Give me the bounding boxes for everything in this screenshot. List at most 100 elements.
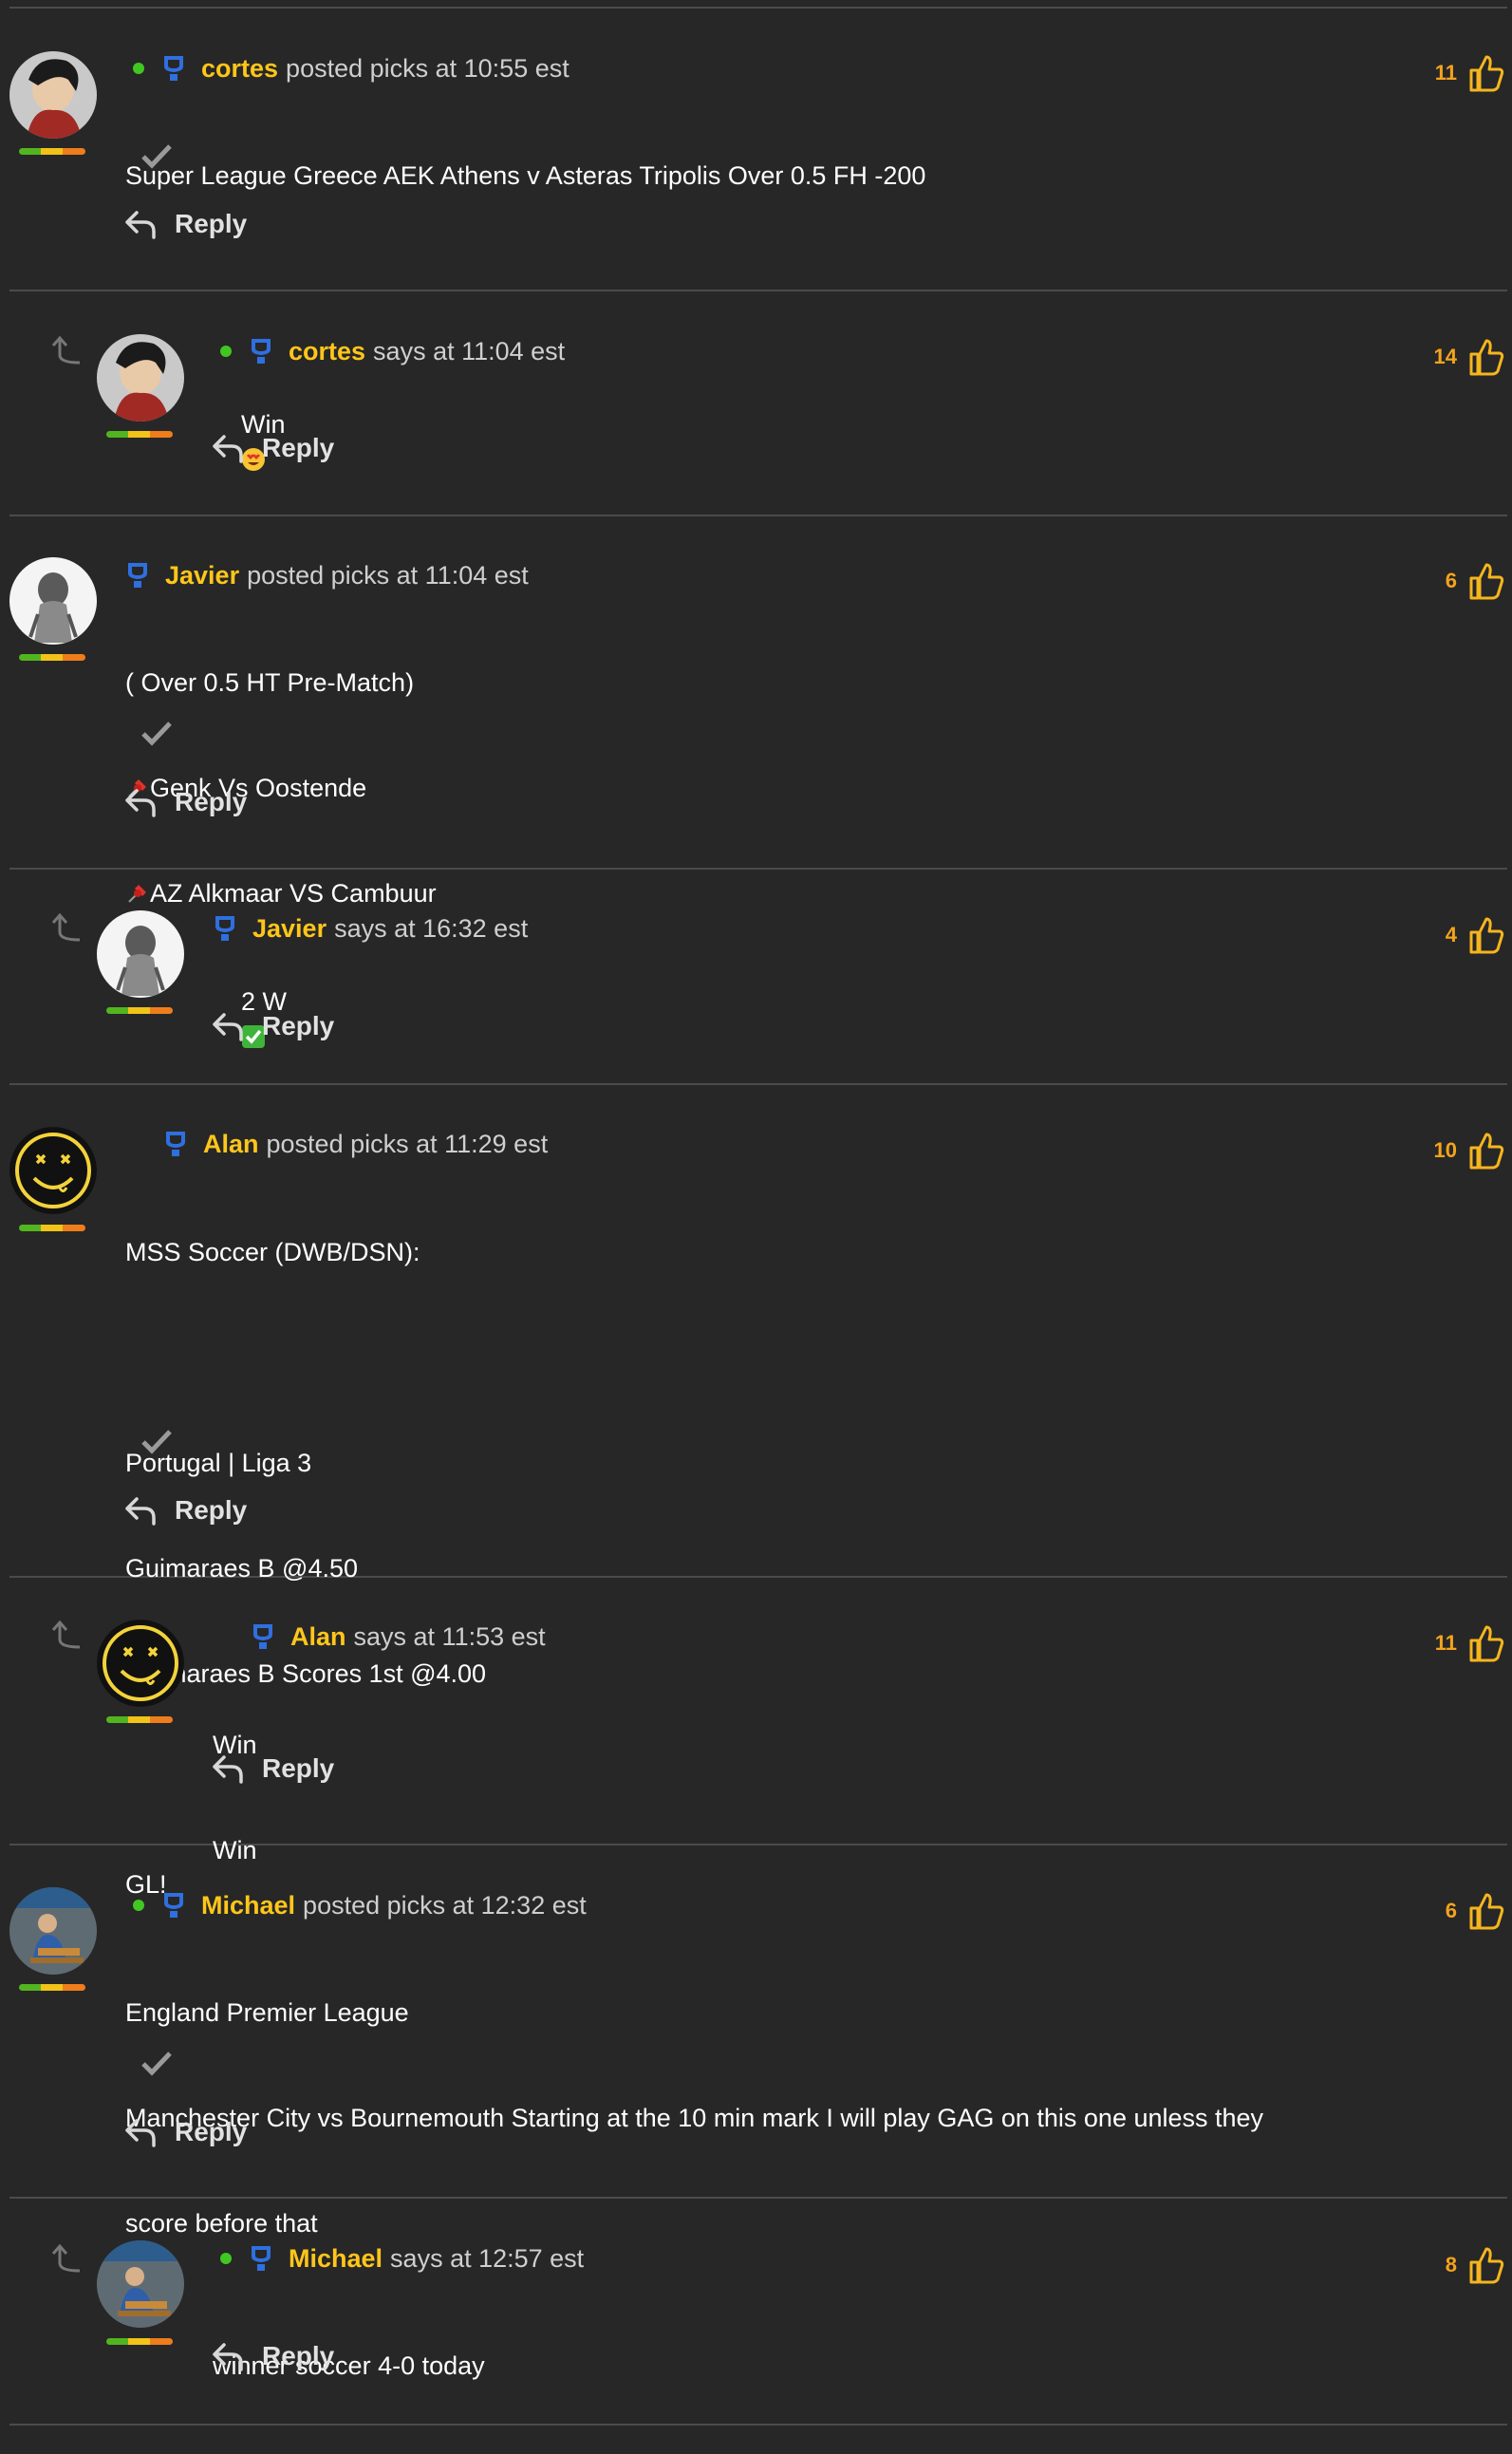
post-meta: posted picks at 10:55 est bbox=[286, 53, 569, 83]
like-button[interactable]: 10 bbox=[1434, 1130, 1504, 1171]
username[interactable]: Michael bbox=[289, 2244, 383, 2274]
reply-icon bbox=[213, 1013, 243, 1041]
reply-button[interactable]: Reply bbox=[211, 429, 334, 467]
reply-button[interactable]: Reply bbox=[211, 1007, 334, 1045]
online-indicator bbox=[220, 346, 232, 357]
checkmark-icon bbox=[140, 720, 173, 746]
reply-label: Reply bbox=[262, 1011, 335, 1040]
username[interactable]: Alan bbox=[290, 1622, 346, 1652]
reply-icon bbox=[213, 1755, 243, 1784]
comment-feed: cortes posted picks at 10:55 est Super L… bbox=[0, 0, 1512, 2430]
divider bbox=[9, 7, 1507, 9]
like-count: 4 bbox=[1445, 923, 1457, 946]
post-header: Alan says at 11:53 est bbox=[251, 1620, 546, 1653]
like-button[interactable]: 8 bbox=[1446, 2244, 1504, 2286]
username[interactable]: Michael bbox=[201, 1891, 295, 1920]
post-line: Manchester City vs Bournemouth Starting … bbox=[125, 2104, 1264, 2132]
avatar[interactable] bbox=[97, 1620, 184, 1707]
post-line-text: AZ Alkmaar VS Cambuur bbox=[150, 879, 437, 908]
post-line: AZ Alkmaar VS Cambuur bbox=[125, 876, 437, 911]
reply-button[interactable]: Reply bbox=[211, 2337, 334, 2375]
thumbs-up-icon bbox=[1469, 339, 1504, 376]
avatar[interactable] bbox=[9, 1127, 97, 1214]
reply-label: Reply bbox=[262, 1753, 335, 1783]
post-line: ( Over 0.5 HT Pre-Match) bbox=[125, 668, 415, 697]
reply-label: Reply bbox=[175, 209, 248, 238]
post-header: cortes says at 11:04 est bbox=[220, 335, 565, 367]
like-button[interactable]: 6 bbox=[1446, 560, 1504, 602]
post-meta: posted picks at 12:32 est bbox=[303, 1890, 587, 1920]
thumbs-up-icon bbox=[1469, 1133, 1504, 1170]
username[interactable]: Javier bbox=[165, 561, 239, 590]
thread-reply-icon bbox=[46, 332, 84, 370]
avatar[interactable] bbox=[9, 51, 97, 139]
badge-icon bbox=[249, 337, 273, 365]
badge-icon bbox=[251, 1622, 275, 1651]
post-line: England Premier League bbox=[125, 1998, 409, 2027]
rank-bar bbox=[106, 431, 173, 438]
username[interactable]: cortes bbox=[289, 337, 365, 366]
divider bbox=[9, 290, 1507, 291]
checkmark-icon bbox=[140, 2050, 173, 2076]
badge-icon bbox=[161, 54, 186, 83]
like-button[interactable]: 11 bbox=[1435, 1622, 1504, 1664]
post-header: cortes posted picks at 10:55 est bbox=[133, 52, 569, 84]
rank-bar bbox=[19, 1225, 85, 1231]
thread-reply-icon bbox=[46, 1617, 84, 1655]
badge-icon bbox=[213, 914, 237, 943]
username[interactable]: cortes bbox=[201, 54, 278, 84]
reply-button[interactable]: Reply bbox=[123, 1491, 247, 1529]
reply-icon bbox=[213, 435, 243, 463]
online-indicator bbox=[220, 2253, 232, 2264]
reply-icon bbox=[125, 789, 156, 817]
avatar[interactable] bbox=[97, 334, 184, 421]
avatar[interactable] bbox=[9, 1887, 97, 1975]
post-line: Win bbox=[213, 1836, 257, 1864]
reply-button[interactable]: Reply bbox=[123, 783, 247, 821]
post-header: Michael says at 12:57 est bbox=[220, 2242, 584, 2275]
reply-button[interactable]: Reply bbox=[211, 1750, 334, 1788]
avatar[interactable] bbox=[9, 557, 97, 645]
like-button[interactable]: 4 bbox=[1446, 914, 1504, 956]
avatar[interactable] bbox=[97, 2240, 184, 2328]
reply-button[interactable]: Reply bbox=[123, 205, 247, 243]
rank-bar bbox=[19, 654, 85, 661]
post-body: MSS Soccer (DWB/DSN): Portugal | Liga 3 … bbox=[125, 1165, 486, 1973]
divider bbox=[9, 515, 1507, 516]
reply-button[interactable]: Reply bbox=[123, 2113, 247, 2151]
username[interactable]: Javier bbox=[252, 914, 327, 944]
like-count: 6 bbox=[1445, 569, 1457, 592]
thread-reply-icon bbox=[46, 909, 84, 947]
like-count: 14 bbox=[1433, 345, 1457, 368]
avatar[interactable] bbox=[97, 910, 184, 998]
reply-label: Reply bbox=[175, 2117, 248, 2146]
like-count: 6 bbox=[1445, 1899, 1457, 1922]
like-count: 8 bbox=[1445, 2253, 1457, 2276]
post-meta: posted picks at 11:04 est bbox=[247, 560, 529, 590]
pushpin-icon bbox=[128, 885, 146, 903]
post-meta: says at 11:04 est bbox=[373, 336, 566, 365]
like-button[interactable]: 6 bbox=[1446, 1890, 1504, 1932]
reply-icon bbox=[125, 1497, 156, 1526]
rank-bar bbox=[19, 148, 85, 155]
username[interactable]: Alan bbox=[203, 1130, 259, 1159]
like-button[interactable]: 14 bbox=[1434, 336, 1504, 378]
post-meta: says at 12:57 est bbox=[390, 2243, 585, 2273]
thumbs-up-icon bbox=[1469, 563, 1504, 600]
rank-bar bbox=[106, 1007, 173, 1014]
like-button[interactable]: 11 bbox=[1435, 52, 1504, 94]
thumbs-up-icon bbox=[1469, 1893, 1504, 1930]
badge-icon bbox=[163, 1130, 188, 1158]
reply-label: Reply bbox=[175, 787, 248, 816]
reply-label: Reply bbox=[175, 1495, 248, 1525]
rank-bar bbox=[106, 2338, 173, 2345]
reply-icon bbox=[125, 211, 156, 239]
post-header: Javier posted picks at 11:04 est bbox=[125, 559, 529, 591]
post-line: MSS Soccer (DWB/DSN): bbox=[125, 1238, 420, 1266]
post-line: Guimaraes B @4.50 bbox=[125, 1554, 359, 1583]
post-line: Super League Greece AEK Athens v Asteras… bbox=[125, 161, 926, 190]
reply-label: Reply bbox=[262, 2341, 335, 2370]
like-count: 11 bbox=[1434, 61, 1457, 84]
post-meta: says at 16:32 est bbox=[334, 913, 529, 943]
badge-icon bbox=[125, 561, 150, 590]
